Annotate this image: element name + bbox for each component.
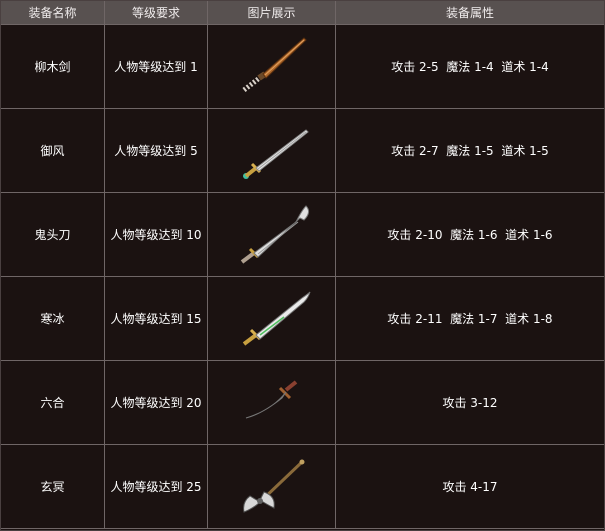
equipment-name: 寒冰 — [1, 277, 105, 361]
liuhe-dagger-icon — [245, 379, 297, 418]
level-requirement: 人物等级达到 20 — [105, 361, 208, 445]
equipment-image-cell — [208, 361, 336, 445]
equipment-image-cell — [208, 109, 336, 193]
equipment-attributes: 攻击 4-17 — [336, 445, 604, 529]
equipment-name: 御风 — [1, 109, 105, 193]
ice-sword-icon — [242, 291, 310, 346]
header-level: 等级要求 — [105, 1, 208, 25]
level-requirement: 人物等级达到 10 — [105, 193, 208, 277]
header-image: 图片展示 — [208, 1, 336, 25]
level-requirement: 人物等级达到 5 — [105, 109, 208, 193]
wooden-sword-icon — [241, 36, 307, 92]
equipment-attributes: 攻击 2-5 魔法 1-4 道术 1-4 — [336, 25, 604, 109]
equipment-table: 装备名称 等级要求 图片展示 装备属性 柳木剑 人物等级达到 1 攻击 2-5 … — [0, 0, 605, 531]
equipment-name: 柳木剑 — [1, 25, 105, 109]
table-row: 鬼头刀 人物等级达到 10 攻击 2-10 魔法 1-6 道术 1-6 — [1, 193, 604, 277]
equipment-name: 六合 — [1, 361, 105, 445]
equipment-image-cell — [208, 445, 336, 529]
level-requirement: 人物等级达到 25 — [105, 445, 208, 529]
xuanming-axe-icon — [242, 459, 304, 513]
table-row: 御风 人物等级达到 5 攻击 2-7 魔法 1-5 道术 1-5 — [1, 109, 604, 193]
table-row: 寒冰 人物等级达到 15 攻击 2-11 魔法 1-7 道术 1-8 — [1, 277, 604, 361]
equipment-attributes: 攻击 2-11 魔法 1-7 道术 1-8 — [336, 277, 604, 361]
equipment-attributes: 攻击 3-12 — [336, 361, 604, 445]
equipment-image-cell — [208, 193, 336, 277]
header-attributes: 装备属性 — [336, 1, 604, 25]
table-header-row: 装备名称 等级要求 图片展示 装备属性 — [1, 1, 604, 25]
equipment-image-cell — [208, 277, 336, 361]
table-row: 六合 人物等级达到 20 攻击 3-12 — [1, 361, 604, 445]
wind-sword-icon — [242, 128, 309, 179]
table-row: 玄冥 人物等级达到 25 攻击 4-17 — [1, 445, 604, 529]
level-requirement: 人物等级达到 1 — [105, 25, 208, 109]
table-row: 柳木剑 人物等级达到 1 攻击 2-5 魔法 1-4 道术 1-4 — [1, 25, 604, 109]
equipment-name: 鬼头刀 — [1, 193, 105, 277]
header-name: 装备名称 — [1, 1, 105, 25]
equipment-image-cell — [208, 25, 336, 109]
equipment-attributes: 攻击 2-7 魔法 1-5 道术 1-5 — [336, 109, 604, 193]
ghost-blade-icon — [240, 204, 309, 264]
equipment-name: 玄冥 — [1, 445, 105, 529]
level-requirement: 人物等级达到 15 — [105, 277, 208, 361]
equipment-attributes: 攻击 2-10 魔法 1-6 道术 1-6 — [336, 193, 604, 277]
